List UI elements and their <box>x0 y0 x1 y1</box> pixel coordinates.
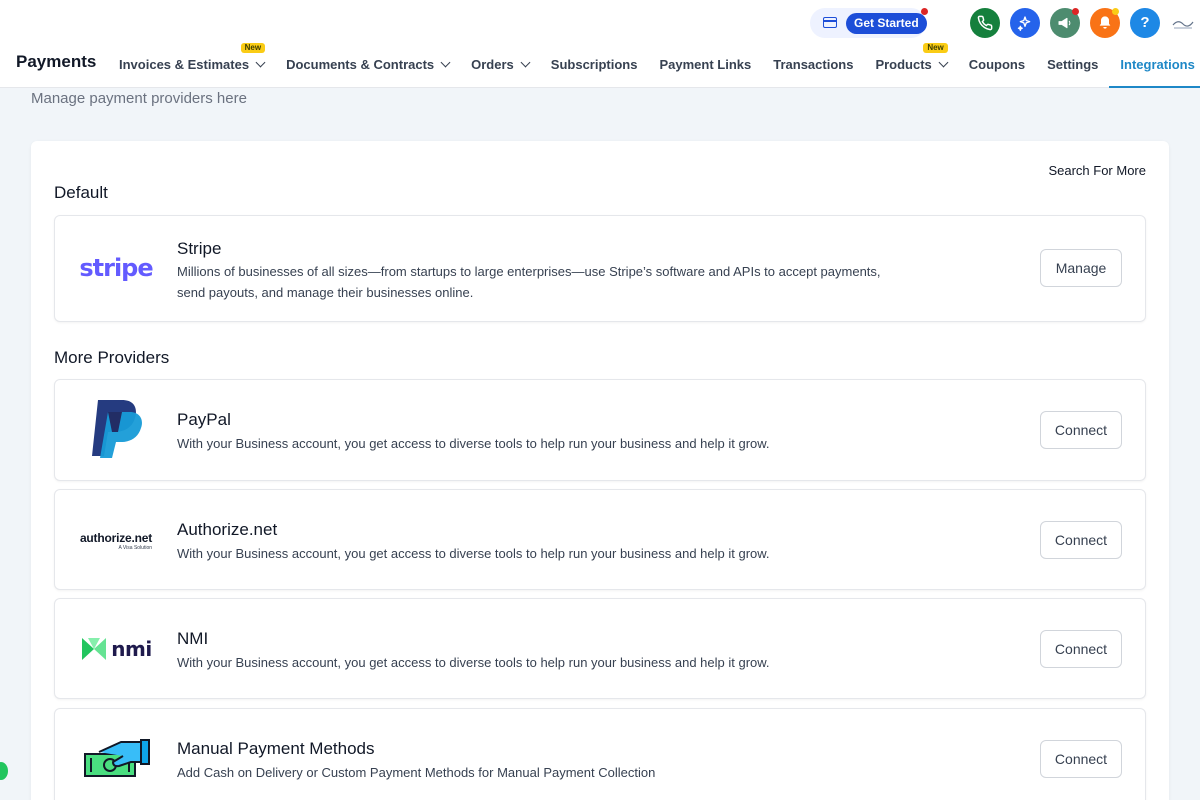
stripe-logo-text: stripe <box>79 254 153 282</box>
page-brand: Payments <box>16 52 97 71</box>
chevron-down-icon <box>520 57 531 67</box>
provider-card-authorize-net: authorize.net A Visa Solution Authorize.… <box>54 489 1146 590</box>
bell-icon <box>1099 16 1111 29</box>
nmi-logo: nmi <box>71 633 161 665</box>
provider-card-stripe: stripe Stripe Millions of businesses of … <box>54 215 1146 322</box>
tab-label: Invoices & Estimates <box>119 56 250 72</box>
manage-button[interactable]: Manage <box>1040 249 1122 287</box>
megaphone-icon <box>1058 17 1071 29</box>
provider-description: With your Business account, you get acce… <box>177 436 770 451</box>
help-icon: ? <box>1140 14 1150 31</box>
provider-description: Millions of businesses of all sizes—from… <box>177 261 917 303</box>
tab-label: Integrations <box>1120 56 1195 72</box>
more-providers-title: More Providers <box>54 348 170 367</box>
provider-card-nmi: nmi NMI With your Business account, you … <box>54 598 1146 699</box>
notification-dot <box>921 8 928 15</box>
provider-card-manual-payment: Manual Payment Methods Add Cash on Deliv… <box>54 708 1146 800</box>
connect-button[interactable]: Connect <box>1040 740 1122 778</box>
chevron-down-icon <box>255 57 266 67</box>
card-icon <box>823 17 837 28</box>
connect-button[interactable]: Connect <box>1040 630 1122 668</box>
account-logo[interactable] <box>1172 16 1194 30</box>
provider-description-line: send payouts, and manage their businesse… <box>177 285 474 300</box>
chevron-down-icon <box>440 57 451 67</box>
provider-name: NMI <box>177 629 209 648</box>
connect-button[interactable]: Connect <box>1040 411 1122 449</box>
cash-hand-icon <box>84 739 150 777</box>
tab-coupons[interactable]: Coupons <box>958 44 1036 84</box>
get-started-pill[interactable]: Get Started <box>810 8 928 38</box>
tab-label: Settings <box>1047 56 1099 72</box>
authorize-net-tagline: A Visa Solution <box>118 544 153 551</box>
tab-payment-links[interactable]: Payment Links <box>648 44 762 84</box>
manual-payment-logo <box>71 733 161 783</box>
notifications-button[interactable] <box>1090 8 1120 38</box>
notification-dot <box>1112 8 1119 15</box>
tab-transactions[interactable]: Transactions <box>762 44 864 84</box>
top-bar: Get Started ? Payments New Invoices & Es… <box>0 0 1200 88</box>
authorize-net-logo: authorize.net A Visa Solution <box>71 526 161 556</box>
provider-name: Manual Payment Methods <box>177 739 375 758</box>
provider-card-paypal: PayPal With your Business account, you g… <box>54 379 1146 481</box>
search-for-more-link[interactable]: Search For More <box>1048 163 1146 178</box>
tab-subscriptions[interactable]: Subscriptions <box>540 44 649 84</box>
provider-description: Add Cash on Delivery or Custom Payment M… <box>177 765 656 780</box>
tab-products[interactable]: New Products <box>864 43 957 84</box>
tab-label: Payment Links <box>659 56 752 72</box>
nmi-mark-icon <box>82 638 107 660</box>
tab-label: Transactions <box>773 56 854 72</box>
tab-settings[interactable]: Settings <box>1036 44 1109 84</box>
get-started-button[interactable]: Get Started <box>846 13 927 34</box>
stripe-logo: stripe <box>71 252 161 284</box>
phone-button[interactable] <box>970 8 1000 38</box>
new-badge: New <box>240 43 266 53</box>
tab-invoices-estimates[interactable]: New Invoices & Estimates <box>108 43 275 84</box>
tab-label: Documents & Contracts <box>286 56 435 72</box>
notification-dot <box>1072 8 1079 15</box>
paypal-logo <box>71 396 161 460</box>
authorize-net-wordmark: authorize.net <box>79 530 153 545</box>
side-status-dot[interactable] <box>0 762 8 780</box>
provider-name: PayPal <box>177 410 231 429</box>
nmi-wordmark: nmi <box>111 637 152 661</box>
help-button[interactable]: ? <box>1130 8 1160 38</box>
announcements-button[interactable] <box>1050 8 1080 38</box>
tab-label: Products <box>875 56 932 72</box>
integrations-panel: Search For More Default stripe Stripe Mi… <box>31 141 1169 800</box>
main-nav: New Invoices & Estimates Documents & Con… <box>108 43 1200 88</box>
sparkle-icon <box>1017 16 1031 31</box>
chevron-down-icon <box>938 57 949 67</box>
provider-description: With your Business account, you get acce… <box>177 546 770 561</box>
provider-name: Stripe <box>177 239 222 258</box>
new-badge: New <box>923 43 948 53</box>
ai-assistant-button[interactable] <box>1010 8 1040 38</box>
phone-icon <box>977 15 993 31</box>
connect-button[interactable]: Connect <box>1040 521 1122 559</box>
provider-description: With your Business account, you get acce… <box>177 655 770 670</box>
header-actions: Get Started ? <box>800 7 1200 39</box>
page-subtitle: Manage payment providers here <box>31 90 247 107</box>
tab-integrations[interactable]: Integrations <box>1109 44 1200 88</box>
tab-label: Coupons <box>968 56 1026 72</box>
tab-label: Orders <box>471 56 514 72</box>
tab-documents-contracts[interactable]: Documents & Contracts <box>275 44 460 84</box>
provider-description-line: Millions of businesses of all sizes—from… <box>177 264 881 279</box>
tab-orders[interactable]: Orders <box>460 44 540 84</box>
tab-label: Subscriptions <box>550 56 638 72</box>
paypal-icon <box>92 400 142 458</box>
default-section-title: Default <box>54 183 108 202</box>
provider-name: Authorize.net <box>177 520 278 539</box>
authorize-net-logo-text: authorize.net A Visa Solution <box>80 532 152 551</box>
